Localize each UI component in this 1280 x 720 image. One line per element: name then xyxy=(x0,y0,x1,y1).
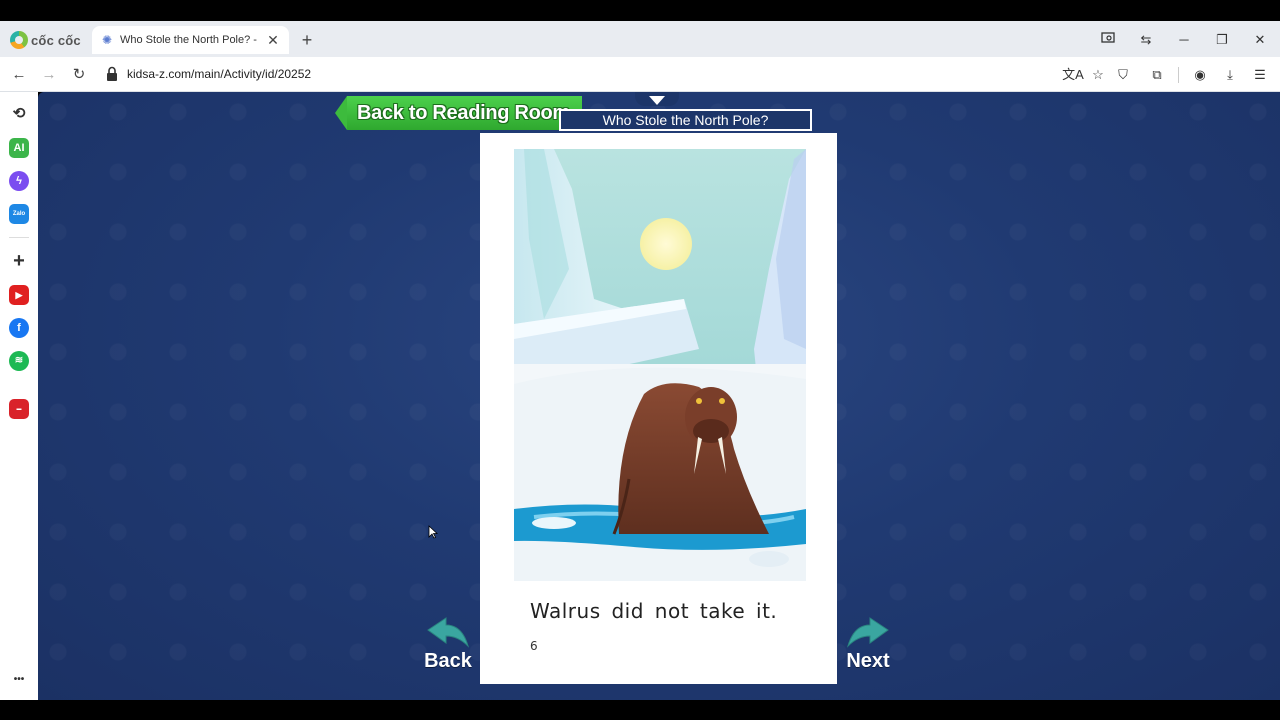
more-icon[interactable]: ••• xyxy=(9,670,29,690)
lock-icon[interactable] xyxy=(106,66,118,82)
forward-arrow-icon[interactable]: → xyxy=(38,64,60,86)
shield-icon[interactable]: ⛉ xyxy=(1112,64,1134,86)
star-icon[interactable]: ☆ xyxy=(1087,64,1109,86)
mouse-cursor-icon xyxy=(428,525,439,544)
screen-top-border xyxy=(0,0,1280,21)
story-text: Walrus did not take it. xyxy=(530,599,778,623)
history-icon[interactable]: ⟲ xyxy=(9,104,29,124)
reader-area: Back to Reading Room Who Stole the North… xyxy=(38,92,1280,700)
back-to-reading-room-button[interactable]: Back to Reading Room xyxy=(335,96,582,130)
book-page: Walrus did not take it. 6 xyxy=(480,133,837,684)
add-icon[interactable]: + xyxy=(9,251,29,271)
facebook-icon[interactable]: f xyxy=(9,318,29,338)
address-bar: ← → ↻ kidsa-z.com/main/Activity/id/20252… xyxy=(0,57,1280,92)
tab-strip: cốc cốc ✺ Who Stole the North Pole? - Ki… xyxy=(0,21,1280,57)
tab-title: Who Stole the North Pole? - Ki xyxy=(120,34,260,46)
walrus-illustration xyxy=(514,149,806,581)
back-forward-icon[interactable]: ⇆ xyxy=(1136,30,1156,50)
back-page-button[interactable]: Back xyxy=(418,616,478,686)
new-tab-icon[interactable]: + xyxy=(297,30,317,50)
browser-logo[interactable]: cốc cốc xyxy=(10,30,81,50)
menu-icon[interactable]: ☰ xyxy=(1249,64,1271,86)
browser-tab[interactable]: ✺ Who Stole the North Pole? - Ki ✕ xyxy=(92,26,289,54)
spotify-icon[interactable]: ≋ xyxy=(9,351,29,371)
page-menu-toggle[interactable] xyxy=(635,92,679,106)
restore-icon[interactable]: ❐ xyxy=(1212,30,1232,50)
toolbar-divider xyxy=(1178,67,1179,83)
next-arrow-icon xyxy=(846,617,889,648)
profile-icon[interactable]: ◉ xyxy=(1189,64,1211,86)
next-page-button[interactable]: Next xyxy=(838,616,898,686)
coccoc-logo-icon xyxy=(10,31,28,49)
zalo-icon[interactable]: Zalo xyxy=(9,204,29,224)
next-label: Next xyxy=(846,650,890,672)
browser-sidebar: ⟲ AI ϟ Zalo + ▶ f ≋ ▬ ••• xyxy=(0,92,38,700)
minimize-icon[interactable]: ─ xyxy=(1174,30,1194,50)
back-arrow-icon xyxy=(427,617,470,648)
reload-icon[interactable]: ↻ xyxy=(68,64,90,86)
book-title: Who Stole the North Pole? xyxy=(559,109,812,131)
back-label: Back xyxy=(424,650,472,672)
back-to-reading-room-label: Back to Reading Room xyxy=(347,96,582,130)
back-arrow-icon[interactable]: ← xyxy=(8,64,30,86)
back-room-arrow-icon xyxy=(335,96,347,130)
url-input[interactable]: kidsa-z.com/main/Activity/id/20252 xyxy=(127,67,311,81)
translate-icon[interactable]: 文A xyxy=(1062,64,1084,86)
screen-bottom-border xyxy=(0,700,1280,720)
kidsa-z-icon: ✺ xyxy=(101,33,113,47)
app-icon[interactable]: ▬ xyxy=(9,399,29,419)
sidebar-divider xyxy=(9,237,29,238)
extensions-icon[interactable]: ⧉ xyxy=(1146,64,1168,86)
close-icon[interactable]: ✕ xyxy=(1250,30,1270,50)
messenger-icon[interactable]: ϟ xyxy=(9,171,29,191)
youtube-icon[interactable]: ▶ xyxy=(9,285,29,305)
page-number: 6 xyxy=(530,639,538,653)
screen-search-icon[interactable] xyxy=(1098,30,1118,50)
tab-close-icon[interactable]: ✕ xyxy=(265,32,281,49)
ai-icon[interactable]: AI xyxy=(9,138,29,158)
download-icon[interactable]: ⤓ xyxy=(1219,64,1241,86)
browser-logo-text: cốc cốc xyxy=(31,32,81,48)
